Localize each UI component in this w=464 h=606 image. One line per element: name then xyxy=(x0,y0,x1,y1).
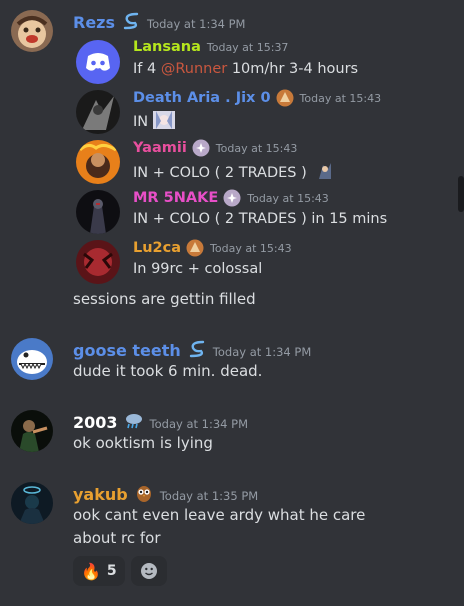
message-goose-teeth: goose teeth Today at 1:34 PM dude it too… xyxy=(0,336,456,386)
scrollbar-thumb[interactable] xyxy=(458,176,464,212)
username: Death Aria . Jix 0 xyxy=(133,90,271,106)
avatar xyxy=(76,190,120,234)
role-icon xyxy=(223,189,241,207)
embed-message: MR 5NAKE Today at 15:43 IN + COLO ( 2 TR… xyxy=(76,184,396,234)
text-part: If 4 xyxy=(133,61,161,77)
message-2003: 2003 Today at 1:34 PM ok ooktism is lyin… xyxy=(0,408,456,458)
timestamp: Today at 15:37 xyxy=(206,40,289,54)
reactions-bar: 🔥 5 xyxy=(73,556,167,586)
avatar xyxy=(76,140,120,184)
username: Lansana xyxy=(133,39,201,55)
timestamp: Today at 1:34 PM xyxy=(147,17,246,31)
smile-icon xyxy=(140,562,158,580)
avatar-rezs-image xyxy=(11,10,53,52)
message-text-line: ook cant even leave ardy what he care xyxy=(73,506,366,524)
text-part: IN + COLO ( 2 TRADES ) xyxy=(133,165,307,181)
timestamp: Today at 15:43 xyxy=(210,241,292,255)
message-text: IN + COLO ( 2 TRADES ) in 15 mins xyxy=(133,211,388,227)
text-part: IN xyxy=(133,114,149,130)
scrollbar-track[interactable] xyxy=(456,0,464,606)
message-text-line: about rc for xyxy=(73,529,161,547)
timestamp: Today at 1:35 PM xyxy=(159,489,259,503)
embed-message: Death Aria . Jix 0 Today at 15:43 IN xyxy=(76,84,396,134)
avatar xyxy=(76,90,120,134)
message-text: dude it took 6 min. dead. xyxy=(73,362,263,380)
message-yakub: yakub Today at 1:35 PM ook cant even lea… xyxy=(0,480,456,600)
role-mention[interactable]: @Runner xyxy=(161,61,227,77)
username[interactable]: yakub xyxy=(73,485,128,504)
username[interactable]: 2003 xyxy=(73,413,118,432)
embed-message: Lansana Today at 15:37 If 4 @Runner 10m/… xyxy=(76,34,396,84)
reaction-fire[interactable]: 🔥 5 xyxy=(73,556,125,586)
message-text: ok ooktism is lying xyxy=(73,434,213,452)
timestamp: Today at 15:43 xyxy=(247,191,329,205)
raincloud-icon xyxy=(124,411,144,431)
nitro-s-icon xyxy=(121,11,141,31)
embed-message: Yaamii Today at 15:43 IN + COLO ( 2 TRAD… xyxy=(76,134,396,184)
text-part: 10m/hr 3-4 hours xyxy=(227,61,359,77)
username: MR 5NAKE xyxy=(133,190,219,206)
username: Yaamii xyxy=(133,140,187,156)
reaction-count: 5 xyxy=(106,563,117,579)
avatar xyxy=(76,40,120,84)
nitro-s-icon xyxy=(187,339,207,359)
avatar[interactable] xyxy=(11,338,53,380)
avatar xyxy=(76,240,120,284)
fire-icon: 🔥 xyxy=(81,561,101,581)
timestamp: Today at 15:43 xyxy=(215,141,298,155)
character-emoji-icon xyxy=(315,161,335,181)
avatar[interactable] xyxy=(11,10,53,52)
message-text: In 99rc + colossal xyxy=(133,261,263,277)
timestamp: Today at 1:34 PM xyxy=(149,417,248,431)
username[interactable]: goose teeth xyxy=(73,341,181,360)
message-text: If 4 @Runner 10m/hr 3-4 hours xyxy=(133,61,358,77)
timestamp: Today at 1:34 PM xyxy=(212,345,312,359)
avatar[interactable] xyxy=(11,410,53,452)
message-rezs: Rezs Today at 1:34 PM Lansana Today at 1… xyxy=(0,8,456,308)
username[interactable]: Rezs xyxy=(73,13,115,32)
timestamp: Today at 15:43 xyxy=(299,91,382,105)
role-icon xyxy=(186,239,204,257)
role-icon xyxy=(192,139,210,157)
anime-emoji-icon xyxy=(152,111,175,129)
add-reaction-button[interactable] xyxy=(130,556,167,586)
username: Lu2ca xyxy=(133,240,182,256)
role-icon xyxy=(276,89,294,107)
owl-icon xyxy=(134,483,154,503)
message-text: IN xyxy=(133,111,175,130)
embed-message: Lu2ca Today at 15:43 In 99rc + colossal xyxy=(76,234,396,284)
avatar[interactable] xyxy=(11,482,53,524)
message-text: IN + COLO ( 2 TRADES ) xyxy=(133,161,335,181)
message-text: sessions are gettin filled xyxy=(73,290,256,308)
